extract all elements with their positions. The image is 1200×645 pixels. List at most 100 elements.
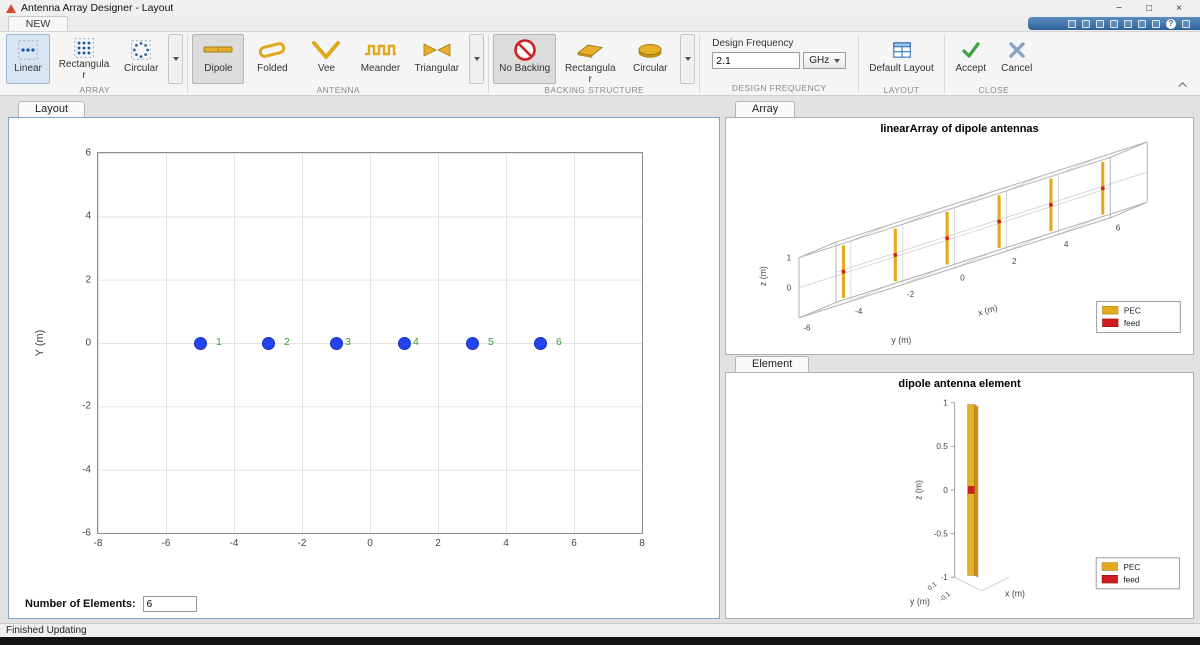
no-backing-icon (505, 37, 545, 63)
z-axis-label: z (m) (914, 480, 924, 500)
frequency-unit-select[interactable]: GHz (803, 52, 846, 69)
element-number: 3 (345, 336, 351, 348)
circular-array-button[interactable]: Circular (118, 34, 164, 84)
triangular-antenna-icon (417, 37, 457, 63)
chevron-up-icon (1178, 82, 1186, 90)
cancel-button[interactable]: Cancel (995, 34, 1039, 84)
tab-array[interactable]: Array (735, 101, 795, 117)
tick-label: 0 (943, 486, 948, 495)
close-button[interactable]: × (1164, 3, 1194, 14)
section-layout: Default Layout LAYOUT (859, 32, 944, 95)
quick-access-toolbar: ? (1028, 17, 1200, 30)
backing-gallery-dropdown[interactable] (680, 34, 695, 84)
paste-icon[interactable] (1110, 20, 1118, 28)
array-tabstrip: Array (725, 100, 1194, 117)
layout-window-icon[interactable] (1152, 20, 1160, 28)
folded-antenna-button[interactable]: Folded (246, 34, 298, 84)
rectangular-array-button[interactable]: Rectangular (52, 34, 116, 84)
design-frequency-input[interactable] (712, 52, 800, 69)
title-bar: Antenna Array Designer - Layout − □ × (0, 0, 1200, 16)
no-backing-button[interactable]: No Backing (493, 34, 556, 84)
array-3d-panel: linearArray of dipole antennas (725, 117, 1194, 355)
number-of-elements-input[interactable] (143, 596, 197, 612)
tick-label: 6 (1116, 223, 1121, 232)
y-axis-label: y (m) (891, 335, 911, 345)
tab-new[interactable]: NEW (8, 16, 68, 31)
main-area: Layout Y (m) -8 -6 -4 -2 0 2 4 6 8 6 4 2 (0, 96, 1200, 623)
layout-document: Layout Y (m) -8 -6 -4 -2 0 2 4 6 8 6 4 2 (8, 100, 720, 619)
vee-antenna-icon (306, 37, 346, 63)
window-title: Antenna Array Designer - Layout (21, 2, 173, 14)
button-label: Dipole (204, 64, 232, 75)
copy-icon[interactable] (1096, 20, 1104, 28)
layout-tabstrip: Layout (8, 100, 720, 117)
default-layout-icon (891, 37, 913, 63)
number-of-elements-label: Number of Elements: (25, 598, 136, 610)
linear-array-button[interactable]: Linear (6, 34, 50, 84)
toolstrip: Linear Rectangular Circular ARRAY (0, 32, 1200, 96)
element-axes (951, 403, 1009, 591)
circular-backing-button[interactable]: Circular (624, 34, 676, 84)
legend-label: PEC (1124, 307, 1141, 316)
tick-label: -0.1 (938, 591, 952, 604)
antenna-gallery-dropdown[interactable] (469, 34, 484, 84)
cancel-x-icon (1006, 37, 1028, 63)
z-axis-label: z (m) (758, 266, 768, 286)
x-tick-label: 0 (367, 538, 373, 549)
rectangular-array-icon (73, 37, 95, 59)
taskbar-strip (0, 637, 1200, 645)
y-tick-label: 0 (85, 338, 91, 349)
rectangular-backing-icon (570, 37, 610, 63)
tab-element[interactable]: Element (735, 356, 809, 372)
triangular-antenna-button[interactable]: Triangular (408, 34, 465, 84)
help-icon[interactable]: ? (1166, 19, 1176, 29)
section-design-frequency-label: DESIGN FREQUENCY (704, 82, 854, 95)
x-axis-label: x (m) (977, 303, 999, 318)
cut-icon[interactable] (1082, 20, 1090, 28)
button-label: Accept (955, 64, 986, 75)
redo-icon[interactable] (1138, 20, 1146, 28)
folded-dipole-icon (252, 37, 292, 63)
element-dot-icon (194, 337, 207, 350)
x-tick-label: 8 (639, 538, 645, 549)
y-tick-label: 4 (85, 211, 91, 222)
maximize-button[interactable]: □ (1134, 3, 1164, 14)
button-label: No Backing (499, 64, 550, 75)
undo-icon[interactable] (1124, 20, 1132, 28)
button-label: Circular (633, 64, 667, 75)
y-tick-label: 2 (85, 274, 91, 285)
array-gallery-dropdown[interactable] (168, 34, 183, 84)
minimize-button[interactable]: − (1104, 3, 1134, 14)
array-axis-ticks: -6 -4 -2 0 2 4 6 1 0 (787, 223, 1121, 332)
y-axis-label: Y (m) (34, 330, 46, 357)
y-tick-label: 6 (85, 148, 91, 159)
save-icon[interactable] (1068, 20, 1076, 28)
tick-label: 2 (1012, 257, 1017, 266)
tab-layout[interactable]: Layout (18, 101, 85, 117)
chevron-down-icon (834, 59, 840, 63)
vee-antenna-button[interactable]: Vee (300, 34, 352, 84)
button-label: Cancel (1001, 64, 1032, 75)
default-layout-button[interactable]: Default Layout (863, 34, 940, 84)
rectangular-backing-button[interactable]: Rectangular (558, 34, 622, 84)
y-tick-label: -4 (82, 464, 91, 475)
element-legend: PEC feed (1096, 558, 1179, 589)
linear-array-icon (17, 37, 39, 63)
x-tick-label: -2 (298, 538, 307, 549)
element-3d-plot: 1 0.5 0 -0.5 -1 0.1 -0.1 z (m) y (m) x (… (726, 393, 1193, 616)
tick-label: 0.1 (927, 581, 939, 592)
design-frequency-label: Design Frequency (712, 38, 846, 49)
status-bar: Finished Updating (0, 623, 1200, 637)
antenna-array-designer-window: Antenna Array Designer - Layout − □ × NE… (0, 0, 1200, 645)
element-number: 5 (488, 336, 494, 348)
tick-label: 1 (787, 254, 792, 263)
section-design-frequency: Design Frequency GHz DESIGN FREQUENCY (700, 32, 858, 95)
tick-label: 0 (960, 274, 965, 283)
collapse-ribbon-button[interactable] (1178, 80, 1190, 90)
meander-antenna-button[interactable]: Meander (354, 34, 406, 84)
button-label: Meander (361, 64, 400, 75)
dock-icon[interactable] (1182, 20, 1190, 28)
accept-button[interactable]: Accept (949, 34, 993, 84)
dipole-antenna-button[interactable]: Dipole (192, 34, 244, 84)
element-dot-icon (466, 337, 479, 350)
